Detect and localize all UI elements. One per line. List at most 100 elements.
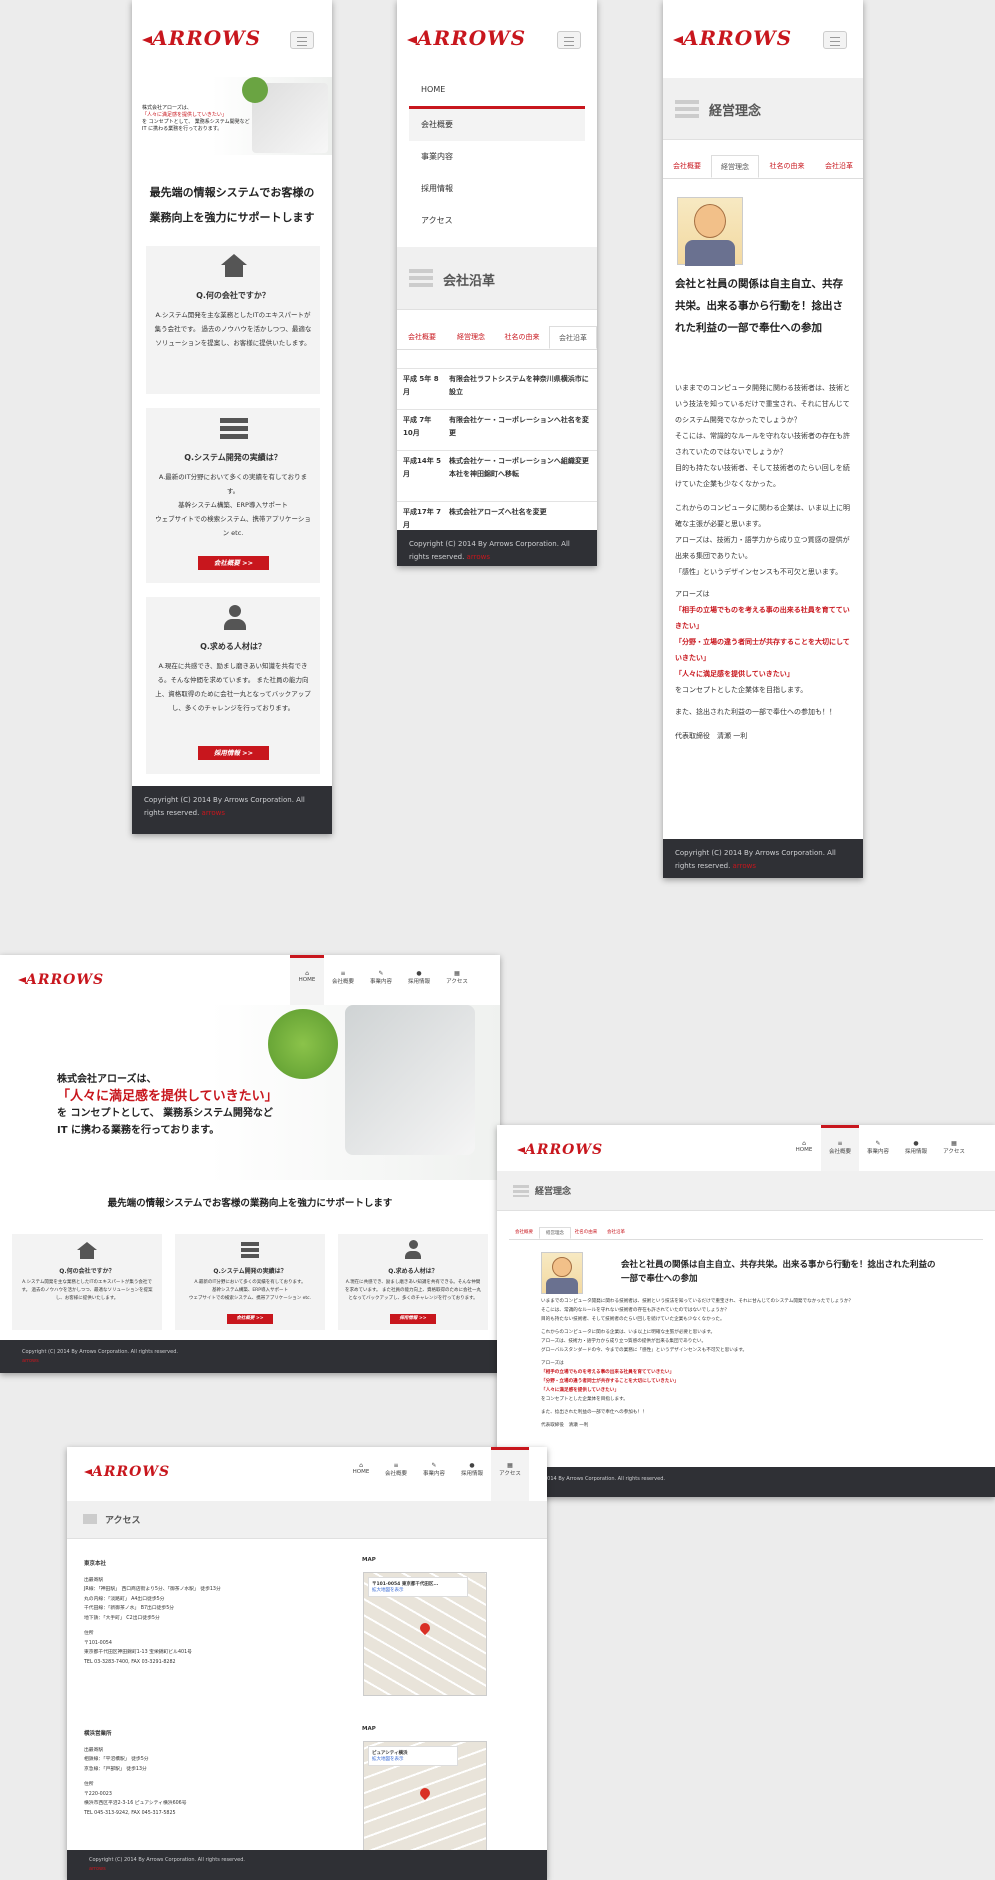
copyright: Copyright (C) 2014 By Arrows Corporation… [22, 1349, 178, 1355]
grid-icon: ▦ [507, 1462, 513, 1469]
company-overview-button[interactable]: 会社概要 >> [227, 1314, 273, 1324]
house-icon [221, 254, 247, 278]
menu-item-company[interactable]: 会社概要 [409, 109, 585, 141]
hero-line-3: を コンセプトとして、 業務系システム開発など [142, 119, 250, 125]
nav-recruit[interactable]: ● 採用情報 [453, 1447, 491, 1502]
menu-item-recruit[interactable]: 採用情報 [409, 173, 585, 205]
list-icon [241, 1242, 259, 1258]
footer: Copyright (C) 2014 By Arrows Corporation… [0, 1340, 500, 1373]
person-icon [224, 605, 246, 631]
map-pin-icon [417, 1620, 433, 1636]
footer: Copyright (C) 2014 By Arrows Corporation… [132, 786, 332, 834]
person-icon: ● [469, 1462, 475, 1469]
hamburger-button[interactable] [823, 31, 847, 49]
lead-text: 最先端の情報システムでお客様の業務向上を強力にサポートします [149, 186, 315, 224]
person-icon [405, 1240, 421, 1260]
logo[interactable]: ARROWS [84, 1464, 170, 1480]
footer-link[interactable]: arrows [733, 862, 756, 870]
home-icon: ⌂ [802, 1140, 806, 1147]
president-portrait [541, 1252, 583, 1294]
hamburger-button[interactable] [557, 31, 581, 49]
logo[interactable]: ARROWS [142, 26, 261, 50]
desktop-home-panel: ARROWS ⌂ HOME ≡ 会社概要 ✎ 事業内容 ● 採用情報 ▦ アクセス 株式会… [0, 955, 500, 1373]
card-q: Q.求める人材は？ [388, 1268, 438, 1275]
card-recruit: Q.求める人材は？ A.現在に共感でき、励まし磨きあい知識を共有できる。そんな仲… [146, 597, 320, 774]
hero-banner: 株式会社アローズは、 「人々に満足感を提供していきたい」 を コンセプトとして、… [132, 77, 332, 155]
pencil-icon: ✎ [378, 970, 384, 977]
card-company: Q.何の会社ですか？ A.システム開発を主な業務としたITのエキスパートが集う会… [12, 1234, 162, 1330]
menu-item-business[interactable]: 事業内容 [409, 141, 585, 173]
logo[interactable]: ARROWS [18, 972, 104, 988]
nav-business[interactable]: ✎ 事業内容 [362, 955, 400, 1010]
menu-item-access[interactable]: アクセス [409, 205, 585, 237]
card-company: Q.何の会社ですか？ A.システム開発を主な業務としたITのエキスパートが集う会… [146, 246, 320, 394]
card-results: Q.システム開発の実績は？ A.最新のIT分野において多くの実績を有しております… [175, 1234, 325, 1330]
logo[interactable]: ARROWS [407, 26, 526, 50]
recruit-button[interactable]: 採用情報 >> [390, 1314, 436, 1324]
nav-business[interactable]: ✎ 事業内容 [415, 1447, 453, 1502]
card-a: A.現在に共感でき、励まし磨きあい知識を共有できる。そんな仲間を求めています。 … [345, 1280, 481, 1301]
nav-company[interactable]: ≡ 会社概要 [324, 955, 362, 1010]
enlarge-map-link[interactable]: 拡大地図を表示 [372, 1587, 464, 1593]
list-icon [409, 269, 433, 287]
footer-link[interactable]: arrows [22, 1357, 478, 1366]
office-yokohama: 横浜営業所 出最寄駅 相鉄線：「平沼橋駅」 徒歩5分 京急線：「戸部駅」 徒歩1… [84, 1730, 334, 1818]
logo[interactable]: ARROWS [517, 1142, 603, 1158]
company-overview-button[interactable]: 会社概要 >> [198, 556, 269, 570]
nav-company[interactable]: ≡ 会社概要 [377, 1447, 415, 1502]
tab-history[interactable]: 会社沿革 [601, 1227, 631, 1239]
card-q: Q.求める人材は？ [200, 642, 266, 651]
desktop-philosophy-panel: ARROWS ⌂ HOME ≡ 会社概要 ✎ 事業内容 ● 採用情報 ▦ アクセス 経営理… [497, 1125, 995, 1497]
tab-name-origin[interactable]: 社名の由来 [759, 155, 815, 178]
logo[interactable]: ARROWS [673, 26, 792, 50]
tab-philosophy[interactable]: 経営理念 [711, 155, 759, 178]
home-icon: ⌂ [359, 1462, 363, 1469]
tab-name-origin[interactable]: 社名の由来 [495, 326, 549, 349]
tab-philosophy[interactable]: 経営理念 [539, 1227, 571, 1239]
footer: Copyright (C) 2014 By Arrows Corporation… [397, 530, 597, 566]
card-a: A.最新のIT分野において多くの実績を有しております。 基幹システム構築、ERP… [188, 1280, 312, 1301]
footer-link[interactable]: arrows [202, 809, 225, 817]
enlarge-map-link[interactable]: 拡大地図を表示 [372, 1756, 454, 1762]
nav-home[interactable]: ⌂ HOME [345, 1447, 377, 1502]
page-title-band: 会社沿革 [397, 247, 597, 310]
office-tokyo: 東京本社 出最寄駅 JR線：「神田駅」 西口商店街より5分、「御茶ノ水駅」 徒歩… [84, 1560, 334, 1667]
footer-link[interactable]: arrows [467, 553, 490, 561]
tab-overview[interactable]: 会社概要 [397, 326, 447, 349]
subtabs: 会社概要 経営理念 社名の由来 会社沿革 [397, 326, 597, 350]
nav-home[interactable]: ⌂ HOME [290, 955, 324, 1010]
hero-line-4: IT に携わる業務を行っております。 [57, 1125, 220, 1136]
footer: Copyright (C) 2014 By Arrows Corporation… [497, 1467, 995, 1497]
tab-philosophy[interactable]: 経営理念 [447, 326, 495, 349]
tab-overview[interactable]: 会社概要 [663, 155, 711, 178]
map-label: MAP [362, 1557, 376, 1563]
page-title: 会社沿革 [443, 274, 496, 289]
menu-item-home[interactable]: HOME [409, 74, 585, 109]
nav-access[interactable]: ▦ アクセス [491, 1447, 529, 1502]
tab-overview[interactable]: 会社概要 [509, 1227, 539, 1239]
footer-link[interactable]: arrows [89, 1865, 525, 1874]
pencil-icon: ✎ [875, 1140, 881, 1147]
grid-icon: ▦ [454, 970, 460, 977]
map-yokohama[interactable]: ピュアシティ横浜 拡大地図を表示 [363, 1741, 487, 1853]
card-q: Q.何の会社ですか？ [59, 1268, 115, 1275]
nav-access[interactable]: ▦ アクセス [438, 955, 476, 1010]
nav-recruit[interactable]: ● 採用情報 [400, 955, 438, 1010]
office-name: 東京本社 [84, 1561, 107, 1567]
tab-history[interactable]: 会社沿革 [549, 326, 597, 349]
mobile-philosophy-panel: ARROWS 経営理念 会社概要 経営理念 社名の由来 会社沿革 会社と社員の関… [663, 0, 863, 878]
copyright: Copyright (C) 2014 By Arrows Corporation… [89, 1857, 245, 1863]
tab-history[interactable]: 会社沿革 [815, 155, 863, 178]
card-q: Q.システム開発の実績は？ [213, 1268, 287, 1275]
recruit-button[interactable]: 採用情報 >> [198, 746, 269, 760]
map-tokyo[interactable]: 〒101-0054 東京都千代田区... 拡大地図を表示 [363, 1572, 487, 1696]
list-icon [220, 418, 248, 440]
subtabs: 会社概要 経営理念 社名の由来 会社沿革 [509, 1227, 983, 1240]
hero-line-1: 株式会社アローズは、 [57, 1074, 157, 1085]
tab-name-origin[interactable]: 社名の由来 [571, 1227, 601, 1239]
hamburger-button[interactable] [290, 31, 314, 49]
list-icon [675, 100, 699, 118]
philosophy-body: いままでのコンピュータ開発に関わる技術者は、技術という技法を知っているだけで重宝… [541, 1299, 854, 1428]
philosophy-body: いままでのコンピュータ開発に関わる技術者は、技術という技法を知っているだけで重宝… [675, 384, 850, 740]
list-icon: ≡ [393, 1462, 399, 1469]
